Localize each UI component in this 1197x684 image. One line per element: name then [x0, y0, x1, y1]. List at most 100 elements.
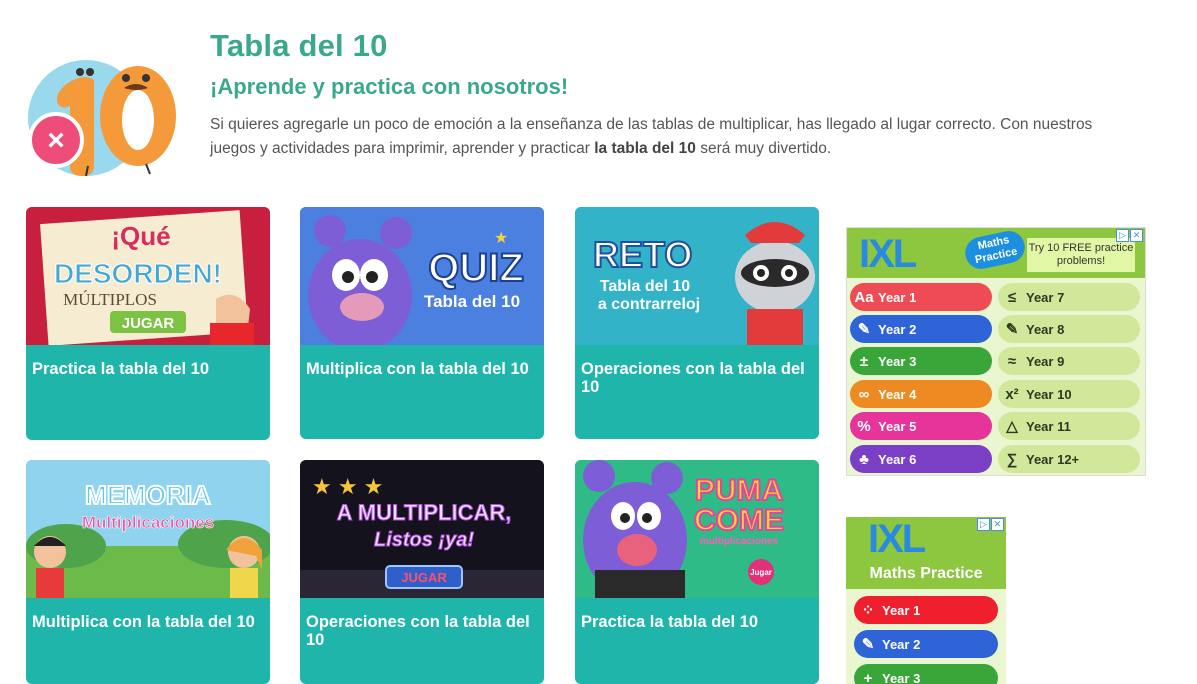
pencil-icon: ✎ [1005, 321, 1019, 338]
game-card-quiz[interactable]: QUIZ Tabla del 10 ★ Multiplica con la ta… [300, 207, 544, 439]
percent-icon: % [857, 417, 871, 435]
ad-subtitle: Maths Practice [869, 565, 983, 582]
ad-choices[interactable]: ▷ ✕ [1116, 229, 1143, 242]
game-thumbnail[interactable]: ¡Qué DESORDEN! MÚLTIPLOS JUGAR [26, 207, 270, 345]
year-label: Year 2 [878, 321, 917, 337]
art-text: JUGAR [401, 570, 447, 585]
year-label: Year 2 [882, 636, 921, 652]
art-text: Tabla del 10 [600, 278, 691, 295]
art-text: multiplicaciones [700, 536, 779, 547]
year-3-button[interactable]: ± Year 3 [850, 347, 992, 375]
svg-text:×: × [47, 124, 65, 157]
card-title[interactable]: Practica la tabla del 10 [26, 345, 270, 378]
sigma-icon: ∑ [1006, 450, 1018, 468]
game-card-puma-come[interactable]: PUMA COME multiplicaciones Jugar Practic… [575, 460, 819, 684]
year-label: Year 5 [878, 418, 917, 434]
year-9-button[interactable]: ≈ Year 9 [998, 347, 1140, 375]
intro-bold-text: la tabla del 10 [594, 140, 696, 157]
year-10-button[interactable]: x² Year 10 [998, 380, 1140, 408]
year-7-button[interactable]: ≤ Year 7 [998, 283, 1140, 311]
game-thumbnail[interactable]: MEMORIA Multiplicaciones [26, 460, 270, 598]
game-thumbnail[interactable]: QUIZ Tabla del 10 ★ [300, 207, 544, 345]
art-text: Multiplicaciones [82, 513, 214, 532]
game-card-memoria[interactable]: MEMORIA Multiplicaciones Multiplica con … [26, 460, 270, 684]
dots-icon: ⁘ [861, 602, 875, 619]
year-12-plus-button[interactable]: ∑ Year 12+ [998, 445, 1140, 473]
year-4-button[interactable]: ∞ Year 4 [850, 380, 992, 408]
ixl-logo: IXL [868, 517, 926, 561]
ad-promo-text[interactable]: Try 10 FREE practice problems! [1027, 238, 1135, 272]
x-squared-icon: x² [1005, 385, 1019, 403]
art-text: Listos ¡ya! [374, 529, 474, 551]
game-thumbnail[interactable]: RETO Tabla del 10 a contrarreloj [575, 207, 819, 345]
art-text: DESORDEN! [54, 258, 222, 289]
year-label: Year 3 [878, 353, 917, 369]
ixl-ad-skyscraper[interactable]: IXL Maths Practice ▷ ✕ ⁘ Year 1 ✎ Year 2 +… [846, 517, 1006, 684]
game-card-a-multiplicar[interactable]: ★ ★ ★ A MULTIPLICAR, Listos ¡ya! JUGAR O… [300, 460, 544, 684]
ad-close-icon[interactable]: ✕ [1130, 229, 1143, 242]
ixl-ad-banner[interactable]: IXL Maths Practice Try 10 FREE practice … [846, 227, 1146, 476]
ad-info-icon[interactable]: ▷ [977, 518, 990, 531]
year-label: Year 8 [1026, 321, 1065, 337]
year-label: Year 11 [1026, 418, 1071, 434]
year-3-button[interactable]: + Year 3 [854, 664, 998, 684]
year-label: Year 7 [1026, 289, 1065, 305]
game-card-reto[interactable]: RETO Tabla del 10 a contrarreloj Operaci… [575, 207, 819, 439]
pencil-cup-icon: ✎ [861, 636, 875, 653]
year-1-button[interactable]: ⁘ Year 1 [854, 596, 998, 624]
ad-header[interactable]: IXL Maths Practice ▷ ✕ [846, 517, 1006, 589]
ad-header[interactable]: IXL Maths Practice Try 10 FREE practice … [847, 228, 1145, 278]
art-text: Jugar [750, 568, 772, 577]
year-label: Year 1 [878, 289, 917, 305]
art-text: MEMORIA [85, 480, 211, 510]
maths-practice-badge: Maths Practice [962, 228, 1028, 272]
pencil-cup-icon: ✎ [857, 321, 871, 338]
triangle-icon: △ [1006, 418, 1018, 435]
art-text: A MULTIPLICAR, [337, 500, 512, 525]
ad-choices[interactable]: ▷ ✕ [977, 518, 1004, 531]
ixl-logo: IXL [859, 232, 917, 276]
tabla-10-logo: × [26, 48, 184, 178]
year-label: Year 10 [1026, 386, 1072, 402]
game-thumbnail[interactable]: ★ ★ ★ A MULTIPLICAR, Listos ¡ya! JUGAR [300, 460, 544, 598]
infinity-icon: ∞ [858, 385, 870, 403]
card-title[interactable]: Multiplica con la tabla del 10 [300, 345, 544, 378]
year-label: Year 12+ [1026, 451, 1080, 467]
year-5-button[interactable]: % Year 5 [850, 412, 992, 440]
art-text: MÚLTIPLOS [63, 290, 157, 309]
year-1-button[interactable]: Aa Year 1 [850, 283, 992, 311]
year-2-button[interactable]: ✎ Year 2 [850, 315, 992, 343]
art-text: JUGAR [122, 315, 175, 332]
plus-minus-icon: ± [859, 352, 869, 370]
art-text: RETO [593, 234, 692, 275]
card-title[interactable]: Practica la tabla del 10 [575, 598, 819, 631]
card-title[interactable]: Operaciones con la tabla del 10 [575, 345, 819, 396]
approx-icon: ≈ [1007, 352, 1017, 370]
year-label: Year 4 [878, 386, 917, 402]
year-6-button[interactable]: ♣ Year 6 [850, 445, 992, 473]
art-text: QUIZ [428, 246, 524, 290]
intro-text-end: será muy divertido. [695, 140, 832, 157]
game-card-desorden[interactable]: ¡Qué DESORDEN! MÚLTIPLOS JUGAR Practica … [26, 207, 270, 440]
abc-icon: Aa [854, 288, 874, 306]
art-text: a contrarreloj [598, 296, 700, 313]
ad-close-icon[interactable]: ✕ [991, 518, 1004, 531]
year-8-button[interactable]: ✎ Year 8 [998, 315, 1140, 343]
plus-icon: + [863, 669, 873, 684]
year-label: Year 3 [882, 670, 921, 684]
game-thumbnail[interactable]: PUMA COME multiplicaciones Jugar [575, 460, 819, 598]
svg-text:★: ★ [494, 230, 508, 247]
art-text: COME [694, 504, 784, 537]
year-11-button[interactable]: △ Year 11 [998, 412, 1140, 440]
art-text: PUMA [695, 474, 783, 507]
art-text: ¡Qué [111, 221, 170, 251]
year-label: Year 9 [1026, 353, 1065, 369]
card-title[interactable]: Operaciones con la tabla del 10 [300, 598, 544, 649]
less-equal-icon: ≤ [1007, 288, 1017, 306]
card-title[interactable]: Multiplica con la tabla del 10 [26, 598, 270, 631]
page-title: Tabla del 10 [210, 28, 388, 63]
ad-info-icon[interactable]: ▷ [1116, 229, 1129, 242]
year-label: Year 6 [878, 451, 917, 467]
art-text: Tabla del 10 [424, 292, 520, 311]
year-2-button[interactable]: ✎ Year 2 [854, 630, 998, 658]
